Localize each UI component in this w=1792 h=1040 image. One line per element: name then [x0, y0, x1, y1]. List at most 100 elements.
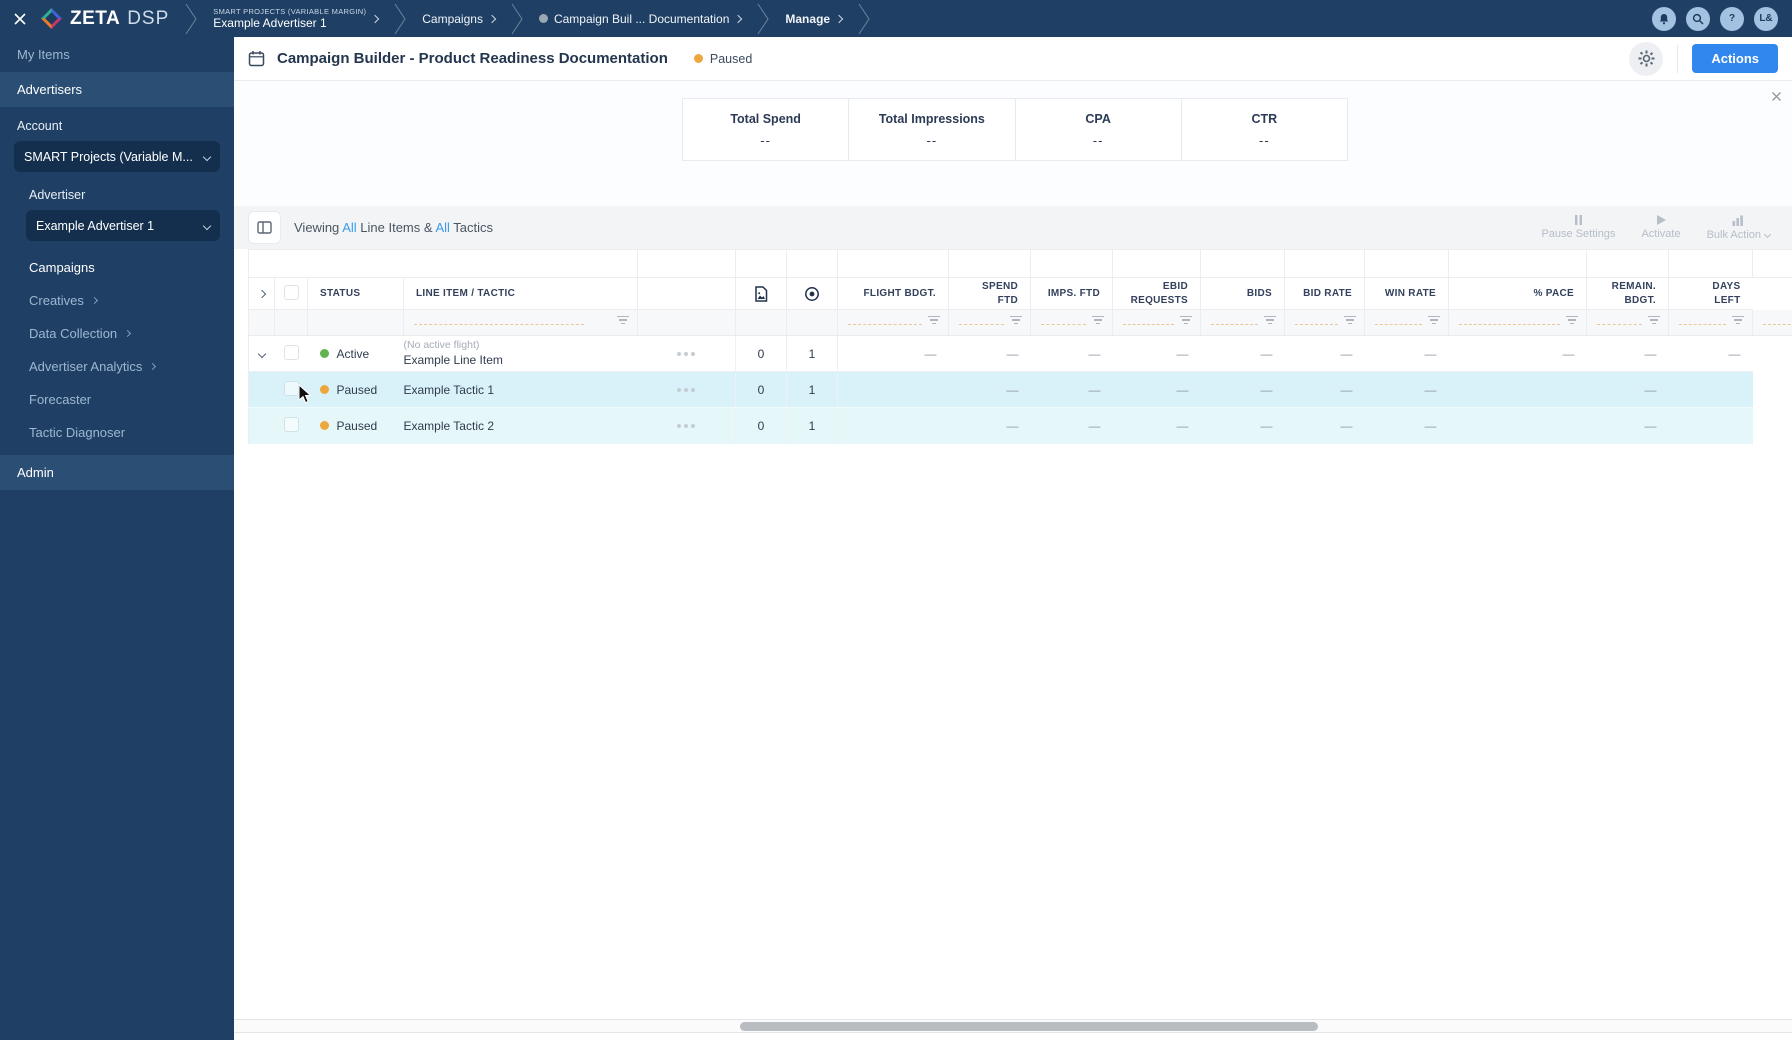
filter-icon[interactable] [1180, 315, 1192, 326]
target-icon [805, 286, 819, 301]
filter-icon[interactable] [1010, 315, 1022, 326]
breadcrumb-manage[interactable]: Manage [771, 0, 856, 37]
sidebar-item-tactic-diagnoser[interactable]: Tactic Diagnoser [0, 416, 234, 449]
select-all-checkbox[interactable] [283, 284, 299, 300]
search-button[interactable] [1686, 6, 1710, 31]
notifications-button[interactable] [1652, 6, 1676, 31]
sidebar-item-my-items[interactable]: My Items [0, 37, 234, 72]
activate-button[interactable]: Activate [1641, 214, 1681, 240]
viewing-suffix: Tactics [453, 220, 494, 235]
avatar-initials: L& [1759, 13, 1773, 24]
row-menu-button[interactable] [638, 387, 736, 392]
search-icon [1692, 13, 1704, 25]
targets-count: 1 [786, 371, 838, 408]
filter-input[interactable] [959, 315, 1004, 325]
horizontal-scrollbar[interactable] [234, 1019, 1792, 1033]
filter-icon[interactable] [617, 315, 629, 326]
metric-value: — [1364, 335, 1449, 372]
filter-input[interactable] [1459, 315, 1560, 325]
filter-icon[interactable] [928, 315, 940, 326]
row-checkbox[interactable] [283, 416, 299, 432]
filter-icon[interactable] [1344, 315, 1356, 326]
line-item-filter-input[interactable] [414, 315, 584, 325]
flight-note: (No active flight) [403, 338, 480, 351]
bulk-action-button[interactable]: Bulk Action [1706, 215, 1772, 241]
tactic-name[interactable]: Example Tactic 2 [404, 408, 638, 444]
status-column-header[interactable]: STATUS [307, 277, 404, 310]
tactic-name[interactable]: Example Tactic 1 [403, 371, 638, 408]
breadcrumb-campaign[interactable]: Campaign Buil ... Documentation [525, 0, 755, 37]
sidebar-item-advertisers[interactable]: Advertisers [0, 72, 234, 107]
close-icon[interactable] [0, 12, 40, 26]
filter-input[interactable] [1597, 315, 1642, 325]
pause-settings-button[interactable]: Pause Settings [1541, 214, 1616, 240]
filter-input[interactable] [1041, 315, 1086, 325]
avatar[interactable]: L& [1754, 6, 1778, 31]
filter-input[interactable] [1295, 315, 1338, 325]
metric-value: — [1284, 371, 1365, 408]
filter-input[interactable] [1679, 315, 1726, 325]
sidebar-item-advertiser-analytics[interactable]: Advertiser Analytics [0, 350, 234, 383]
help-button[interactable]: ? [1720, 6, 1744, 31]
filter-input[interactable] [1763, 315, 1792, 325]
breadcrumb-campaigns[interactable]: Campaigns [408, 0, 509, 37]
filter-input[interactable] [848, 315, 922, 325]
metric-value: — [1200, 371, 1285, 408]
creatives-column-header[interactable] [735, 277, 787, 310]
sidebar-item-campaigns[interactable]: Campaigns [0, 251, 234, 284]
metric-value: — [1284, 335, 1365, 372]
metric-value: — [1586, 371, 1669, 408]
row-menu-button[interactable] [638, 423, 736, 428]
play-icon [1657, 214, 1666, 225]
filter-icon[interactable] [1732, 315, 1744, 326]
account-select[interactable]: SMART Projects (Variable M... [14, 141, 220, 172]
sidebar-item-data-collection[interactable]: Data Collection [0, 317, 234, 350]
filter-icon[interactable] [1648, 315, 1660, 326]
sidebar-item-creatives[interactable]: Creatives [0, 284, 234, 317]
filter-icon[interactable] [1092, 315, 1104, 326]
bulk-action-label: Bulk Action [1706, 228, 1761, 241]
metric-column-header: BIDS [1200, 277, 1285, 310]
all-line-items-link[interactable]: All [342, 220, 356, 235]
metric-column-header: EBID REQUESTS [1112, 277, 1201, 310]
scrollbar-thumb[interactable] [740, 1022, 1318, 1031]
chevron-right-icon [734, 14, 743, 23]
table-row-tactic-2[interactable]: Paused Example Tactic 2 0 1 — — — — — — … [248, 407, 1792, 444]
metric-value: — [1006, 418, 1019, 433]
expand-all-button[interactable] [249, 289, 274, 298]
zeta-diamond-icon [40, 7, 63, 30]
filter-icon[interactable] [1264, 315, 1276, 326]
row-checkbox[interactable] [283, 344, 299, 360]
bulk-action-icon [1732, 215, 1743, 226]
columns-button[interactable] [248, 211, 281, 244]
collapse-row-button[interactable] [249, 349, 275, 358]
row-menu-button[interactable] [638, 351, 736, 356]
chevron-down-icon [202, 221, 212, 230]
filter-icon[interactable] [1428, 315, 1440, 326]
pause-settings-label: Pause Settings [1541, 227, 1616, 240]
table-row-tactic-1[interactable]: Paused Example Tactic 1 0 1 — — — — — — … [248, 371, 1792, 408]
line-item-column-header[interactable]: LINE ITEM / TACTIC [403, 277, 638, 310]
row-checkbox[interactable] [283, 380, 299, 396]
filter-input[interactable] [1211, 315, 1258, 325]
summary-close-icon[interactable] [1771, 91, 1782, 102]
sidebar-item-admin[interactable]: Admin [0, 455, 234, 490]
advertiser-select[interactable]: Example Advertiser 1 [26, 210, 220, 241]
settings-button[interactable] [1629, 41, 1664, 76]
metric-value: — [948, 335, 1031, 372]
line-item-name[interactable]: Example Line Item [404, 353, 638, 369]
breadcrumb-account[interactable]: SMART PROJECTS (VARIABLE MARGIN) Example… [199, 0, 392, 37]
actions-button[interactable]: Actions [1692, 44, 1778, 73]
targets-column-header[interactable] [786, 277, 838, 310]
chevron-down-icon [202, 152, 212, 161]
zeta-dsp-logo[interactable]: ZETA DSP [40, 7, 169, 30]
sidebar-item-label: Forecaster [29, 392, 92, 407]
filter-icon[interactable] [1566, 315, 1578, 326]
filter-input[interactable] [1375, 315, 1422, 325]
filter-input[interactable] [1123, 315, 1174, 325]
all-tactics-link[interactable]: All [435, 220, 449, 235]
sidebar-item-forecaster[interactable]: Forecaster [0, 383, 234, 416]
gear-icon [1638, 50, 1655, 67]
metric-column-header: REMAIN. BDGT. [1586, 277, 1669, 310]
table-row-line-item[interactable]: Active (No active flight) Example Line I… [248, 335, 1792, 372]
